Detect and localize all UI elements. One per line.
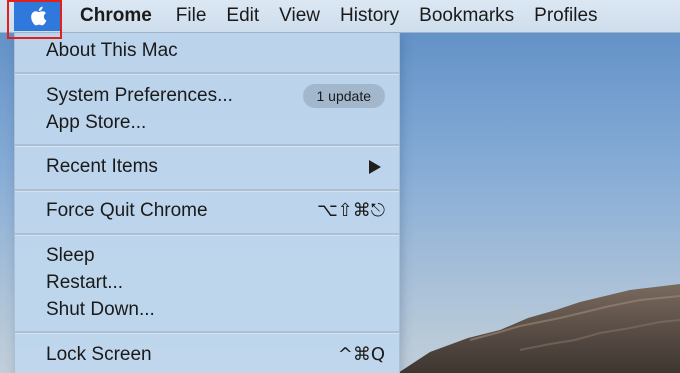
apple-dropdown-menu: About This Mac System Preferences... 1 u… (14, 32, 400, 373)
menubar-history[interactable]: History (330, 0, 409, 32)
menu-item-force-quit[interactable]: Force Quit Chrome ⌥⇧⌘⎋ (15, 197, 399, 224)
menu-item-label: Restart... (46, 271, 124, 293)
menubar-profiles[interactable]: Profiles (524, 0, 607, 32)
menu-item-restart[interactable]: Restart... (15, 269, 399, 296)
menu-item-sleep[interactable]: Sleep (15, 242, 399, 269)
triangle-right-icon (369, 159, 381, 174)
menu-separator (15, 144, 399, 147)
menu-item-label: Force Quit Chrome (46, 199, 208, 221)
menu-separator (15, 233, 399, 236)
keyboard-shortcut: ^⌘Q (337, 344, 385, 365)
menu-item-app-store[interactable]: App Store... (15, 109, 399, 136)
menubar-app-chrome[interactable]: Chrome (62, 0, 166, 32)
menubar-edit[interactable]: Edit (216, 0, 269, 32)
annotation-highlight-box (7, 0, 62, 39)
menu-separator (15, 189, 399, 192)
menu-item-shut-down[interactable]: Shut Down... (15, 296, 399, 323)
menubar-view[interactable]: View (269, 0, 330, 32)
keyboard-shortcut: ⌥⇧⌘⎋ (316, 200, 385, 221)
menubar-bookmarks[interactable]: Bookmarks (409, 0, 524, 32)
menu-item-label: Recent Items (46, 155, 158, 177)
menu-item-label: Lock Screen (46, 343, 152, 365)
menu-item-label: App Store... (46, 111, 147, 133)
menu-separator (15, 331, 399, 334)
menu-bar: Chrome File Edit View History Bookmarks … (0, 0, 680, 33)
menu-item-recent-items[interactable]: Recent Items (15, 153, 399, 180)
menu-item-lock-screen[interactable]: Lock Screen ^⌘Q (15, 341, 399, 368)
menu-item-label: System Preferences... (46, 84, 233, 106)
menu-item-label: Sleep (46, 244, 95, 266)
menu-item-about-this-mac[interactable]: About This Mac (15, 37, 399, 64)
menu-item-system-preferences[interactable]: System Preferences... 1 update (15, 82, 399, 109)
update-badge: 1 update (302, 83, 385, 108)
menu-separator (15, 72, 399, 75)
menubar-file[interactable]: File (166, 0, 217, 32)
menu-item-label: Shut Down... (46, 298, 155, 320)
menu-item-label: About This Mac (46, 39, 178, 61)
